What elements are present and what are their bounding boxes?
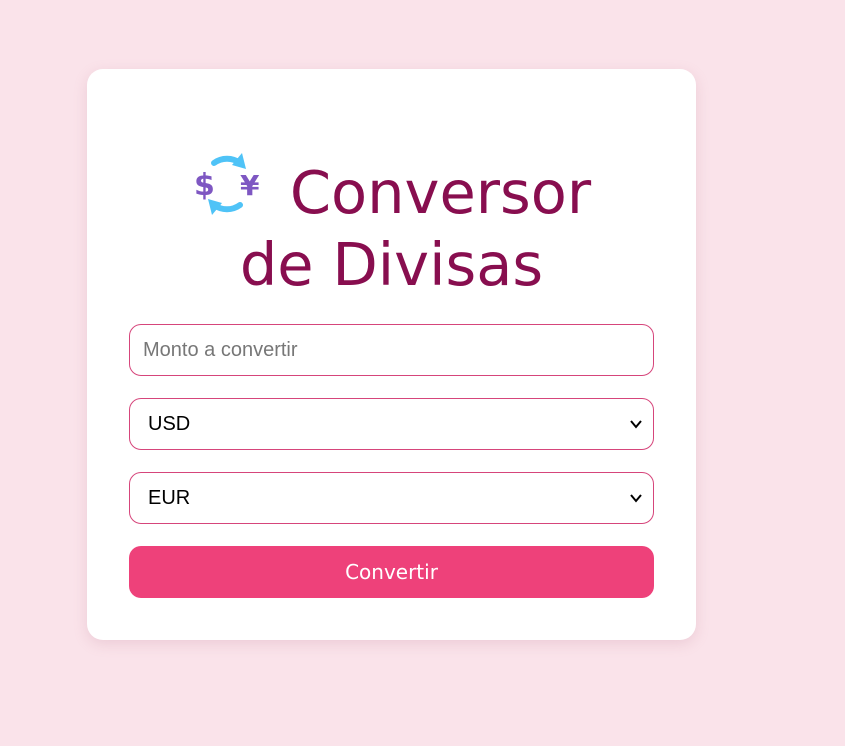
chevron-down-icon bbox=[630, 494, 642, 503]
from-currency-select[interactable]: USD bbox=[129, 398, 654, 450]
converter-card: $ ¥ Conversor de Divisas USD EUR Convert… bbox=[87, 69, 696, 640]
currency-exchange-icon: $ ¥ bbox=[194, 153, 260, 215]
convert-button[interactable]: Convertir bbox=[129, 546, 654, 598]
from-currency-value: USD bbox=[148, 412, 191, 435]
chevron-down-icon bbox=[630, 420, 642, 429]
title-line-1: Conversor bbox=[289, 158, 592, 227]
amount-field[interactable] bbox=[129, 324, 654, 376]
to-currency-value: EUR bbox=[148, 486, 191, 509]
title-line-2: de Divisas bbox=[239, 230, 544, 299]
to-currency-select[interactable]: EUR bbox=[129, 472, 654, 524]
svg-text:$: $ bbox=[194, 168, 215, 203]
page-title: $ ¥ Conversor de Divisas bbox=[87, 149, 696, 301]
svg-text:¥: ¥ bbox=[240, 169, 260, 202]
amount-input[interactable] bbox=[143, 325, 640, 375]
